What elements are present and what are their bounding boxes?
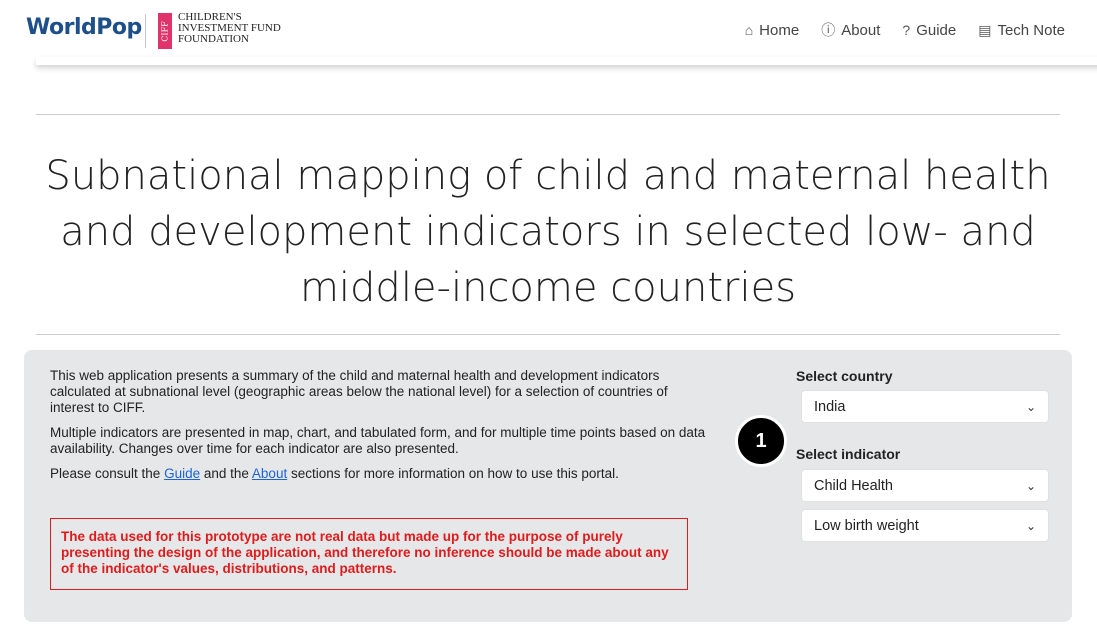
page-title: Subnational mapping of child and materna… — [45, 153, 1051, 311]
chevron-down-icon: ⌄ — [1025, 518, 1036, 533]
top-divider — [36, 114, 1060, 115]
bottom-divider — [36, 334, 1060, 335]
nav-about[interactable]: ⓘ About — [821, 20, 880, 40]
data-disclaimer-warning: The data used for this prototype are not… — [50, 518, 688, 590]
chevron-down-icon: ⌄ — [1025, 399, 1036, 414]
ciff-logo-text: CHILDREN'S INVESTMENT FUND FOUNDATION — [178, 12, 281, 45]
intro-paragraph-3: Please consult the Guide and the About s… — [50, 466, 710, 482]
indicator-select[interactable]: Low birth weight ⌄ — [801, 509, 1049, 542]
ciff-badge-text: CIFF — [160, 20, 170, 42]
guide-link[interactable]: Guide — [164, 466, 200, 481]
home-icon: ⌂ — [744, 22, 754, 38]
ciff-line-3: FOUNDATION — [178, 33, 249, 45]
about-link[interactable]: About — [252, 466, 287, 481]
nav-tech-note[interactable]: ▤ Tech Note — [978, 20, 1065, 40]
document-icon: ▤ — [978, 21, 992, 38]
intro-paragraph-2: Multiple indicators are presented in map… — [50, 425, 706, 456]
info-icon: ⓘ — [821, 22, 836, 38]
top-nav: ⌂ Home ⓘ About ? Guide ▤ Tech Note — [745, 20, 1065, 40]
para3-mid: and the — [200, 466, 252, 481]
nav-guide[interactable]: ? Guide — [902, 20, 956, 40]
indicator-select-value: Low birth weight — [814, 517, 919, 534]
indicator-category-value: Child Health — [814, 477, 893, 494]
logo-divider — [145, 14, 146, 48]
select-country-label: Select country — [796, 368, 893, 384]
nav-guide-label: Guide — [916, 21, 957, 39]
para3-prefix: Please consult the — [50, 466, 165, 481]
top-header: WorldPop CIFF CHILDREN'S INVESTMENT FUND… — [0, 0, 1097, 60]
nav-home-label: Home — [759, 21, 800, 39]
step-number-badge: 1 — [735, 415, 787, 467]
help-icon: ? — [902, 22, 911, 38]
ciff-logo-badge: CIFF — [158, 13, 172, 49]
nav-tech-note-label: Tech Note — [997, 21, 1065, 39]
nav-about-label: About — [841, 21, 881, 39]
nav-home[interactable]: ⌂ Home — [745, 20, 799, 40]
intro-text: This web application presents a summary … — [50, 368, 710, 491]
intro-panel: This web application presents a summary … — [24, 350, 1072, 622]
para3-suffix: sections for more information on how to … — [287, 466, 619, 481]
country-select-value: India — [814, 398, 846, 415]
indicator-category-select[interactable]: Child Health ⌄ — [801, 469, 1049, 502]
select-indicator-label: Select indicator — [796, 446, 901, 462]
chevron-down-icon: ⌄ — [1025, 478, 1036, 493]
worldpop-logo[interactable]: WorldPop — [26, 15, 142, 40]
country-select[interactable]: India ⌄ — [801, 390, 1049, 423]
intro-paragraph-1: This web application presents a summary … — [50, 368, 668, 415]
header-shadow — [36, 57, 1097, 65]
